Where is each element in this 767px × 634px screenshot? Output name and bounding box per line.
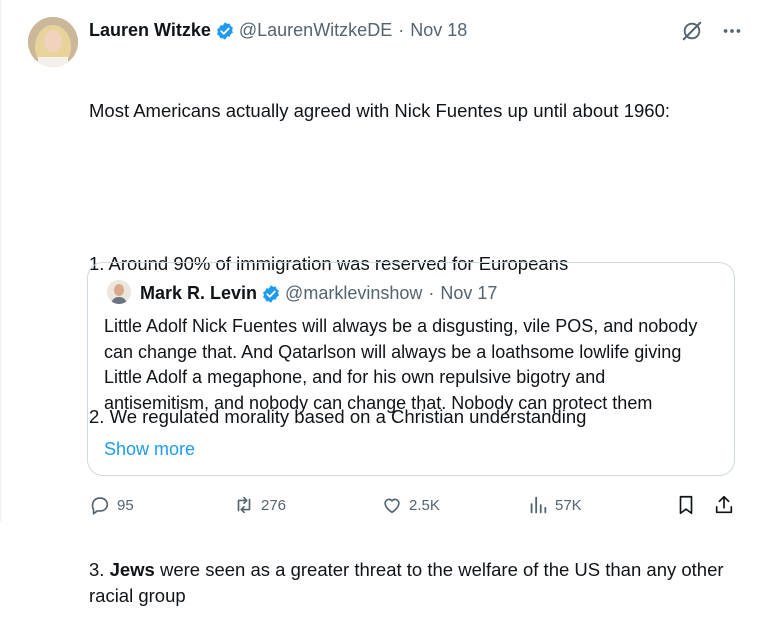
quoted-tweet[interactable]: Mark R. Levin @marklevinshow · Nov 17 Li… [87, 262, 735, 476]
tweet-line-rest: were seen as a greater threat to the wel… [89, 559, 729, 606]
repost-count: 276 [261, 496, 287, 514]
like-icon [384, 498, 400, 514]
like-button[interactable]: 2.5K [381, 494, 440, 516]
quote-header: Mark R. Levin @marklevinshow · Nov 17 [140, 283, 497, 304]
tweet-line: Most Americans actually agreed with Nick… [89, 100, 671, 121]
tweet-bold-word: Jews [109, 559, 155, 580]
tweet-top-actions [681, 20, 743, 42]
quote-text: Little Adolf Nick Fuentes will always be… [104, 316, 698, 413]
verified-badge-icon [216, 21, 233, 40]
quote-author-handle[interactable]: @marklevinshow [285, 283, 422, 304]
reply-count: 95 [117, 496, 134, 514]
repost-icon [237, 496, 251, 514]
separator-dot: · [398, 20, 405, 40]
grok-icon[interactable] [681, 20, 703, 42]
separator-dot: · [428, 283, 435, 303]
repost-button[interactable]: 276 [233, 494, 286, 516]
views-icon [530, 496, 547, 514]
quote-author-name[interactable]: Mark R. Levin [140, 283, 257, 304]
verified-badge-icon [263, 284, 279, 303]
show-more-link[interactable]: Show more [104, 439, 195, 460]
bookmark-icon[interactable] [675, 494, 697, 516]
share-icon[interactable] [713, 494, 735, 516]
author-handle[interactable]: @LaurenWitzkeDE [239, 20, 392, 41]
tweet-action-bar: 95 276 2.5K 57K [87, 494, 747, 520]
quote-author-avatar[interactable] [107, 280, 131, 304]
more-icon[interactable] [721, 20, 743, 42]
tweet-header: Lauren Witzke @LaurenWitzkeDE · Nov 18 [89, 20, 467, 41]
reply-button[interactable]: 95 [89, 494, 134, 516]
reply-icon [91, 497, 109, 515]
quote-date[interactable]: Nov 17 [440, 283, 497, 304]
like-count: 2.5K [409, 496, 440, 514]
tweet-line: 3. Jews were seen as a greater threat to… [89, 557, 729, 608]
views-count: 57K [555, 496, 582, 514]
views-button[interactable]: 57K [527, 494, 582, 516]
author-avatar[interactable] [28, 17, 78, 67]
tweet-date[interactable]: Nov 18 [410, 20, 467, 41]
tweet-line-prefix: 3. [89, 559, 110, 580]
author-name[interactable]: Lauren Witzke [89, 20, 211, 41]
